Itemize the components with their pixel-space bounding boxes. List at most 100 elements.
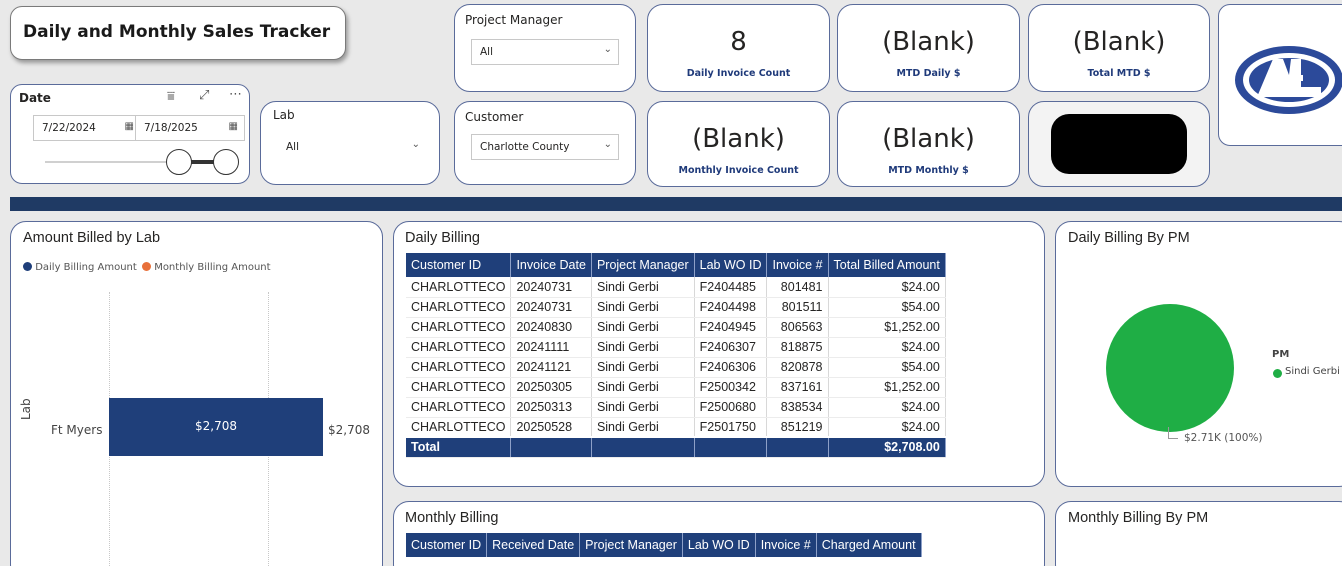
chart-title: Amount Billed by Lab — [23, 230, 161, 246]
start-handle[interactable] — [166, 149, 192, 175]
end-date-input[interactable]: 7/18/2025 ▦ — [135, 115, 245, 141]
calendar-icon[interactable]: ▦ — [125, 121, 134, 132]
column-header[interactable]: Customer ID — [406, 253, 512, 277]
chart-legend: Daily Billing Amount Monthly Billing Amo… — [23, 262, 271, 273]
table-cell: 20241111 — [510, 337, 592, 358]
date-slicer[interactable]: Date ⩸ ⤢ ⋯ 7/22/2024 ▦ 7/18/2025 ▦ — [10, 84, 250, 184]
bar-end-label: $2,708 — [328, 423, 370, 437]
column-header[interactable]: Invoice # — [766, 253, 829, 277]
table-row[interactable]: CHARLOTTECO 20250313 Sindi Gerbi F2500680 83… — [406, 397, 946, 418]
table-cell: Sindi Gerbi — [591, 337, 695, 358]
table-cell: CHARLOTTECO — [406, 277, 512, 298]
table-row[interactable]: CHARLOTTECO 20240731 Sindi Gerbi F2404498 80… — [406, 297, 946, 318]
lab-slicer[interactable]: Lab All ⌄ — [260, 101, 440, 185]
kpi-value: (Blank) — [882, 124, 975, 154]
table-cell: 20250305 — [510, 377, 592, 398]
total-label: Total — [406, 436, 512, 458]
redacted-card — [1028, 101, 1210, 187]
table-cell: F2404498 — [694, 297, 768, 318]
table-row[interactable]: CHARLOTTECO 20241121 Sindi Gerbi F2406306 82… — [406, 357, 946, 378]
kpi-label: Monthly Invoice Count — [678, 165, 799, 176]
customer-slicer[interactable]: Customer Charlotte County ⌄ — [454, 101, 636, 185]
pie-slice-sindi-gerbi[interactable] — [1106, 304, 1234, 432]
table-cell: 20240731 — [510, 277, 592, 298]
pie-legend-title: PM — [1272, 349, 1290, 360]
bar-ft-myers[interactable]: $2,708 — [109, 398, 323, 456]
table-row[interactable]: CHARLOTTECO 20250528 Sindi Gerbi F2501750 85… — [406, 417, 946, 438]
start-date-value: 7/22/2024 — [42, 122, 96, 134]
column-header[interactable]: Customer ID — [406, 533, 488, 557]
legend-monthly-label: Monthly Billing Amount — [154, 262, 271, 273]
table-cell: 851219 — [766, 417, 829, 438]
pm-dropdown-value: All — [480, 46, 494, 58]
table-cell: F2404485 — [694, 277, 768, 298]
more-options-icon[interactable]: ⋯ — [229, 87, 242, 102]
table-cell: 20250313 — [510, 397, 592, 418]
divider-banner — [10, 197, 1342, 211]
column-header[interactable]: Invoice Date — [510, 253, 592, 277]
table-cell: 20250528 — [510, 417, 592, 438]
pm-slicer[interactable]: Project Manager All ⌄ — [454, 4, 636, 92]
legend-daily-label: Daily Billing Amount — [35, 262, 137, 273]
table-cell: CHARLOTTECO — [406, 417, 512, 438]
table-row[interactable]: CHARLOTTECO 20240731 Sindi Gerbi F2404485 80… — [406, 277, 946, 298]
calendar-icon[interactable]: ▦ — [229, 121, 238, 132]
monthly-billing-table: Customer ID Received Date Project Manager L… — [406, 533, 922, 557]
table-cell: $24.00 — [828, 277, 946, 298]
column-header[interactable]: Received Date — [486, 533, 581, 557]
logo-card — [1218, 4, 1342, 146]
daily-billing-table-wrap: Customer ID Invoice Date Project Manager La… — [406, 253, 946, 458]
daily-billing-title: Daily Billing — [405, 230, 480, 246]
total-value: $2,708.00 — [828, 436, 946, 458]
kpi-label: Daily Invoice Count — [686, 68, 791, 79]
customer-dropdown[interactable]: Charlotte County ⌄ — [471, 134, 619, 160]
table-row[interactable]: CHARLOTTECO 20250305 Sindi Gerbi F2500342 83… — [406, 377, 946, 398]
total-cell — [694, 436, 768, 458]
table-cell: Sindi Gerbi — [591, 317, 695, 338]
chevron-down-icon[interactable]: ⌄ — [412, 139, 420, 150]
column-header[interactable]: Lab WO ID — [682, 533, 756, 557]
daily-billing-pm-card: Daily Billing By PM $2.71K (100%) PM Sin… — [1055, 221, 1342, 487]
chevron-down-icon[interactable]: ⌄ — [604, 44, 612, 55]
focus-mode-icon[interactable]: ⤢ — [199, 88, 209, 103]
table-cell: 801511 — [766, 297, 829, 318]
column-header[interactable]: Total Billed Amount — [828, 253, 946, 277]
end-handle[interactable] — [213, 149, 239, 175]
end-date-value: 7/18/2025 — [144, 122, 198, 134]
column-header[interactable]: Lab WO ID — [694, 253, 768, 277]
column-header[interactable]: Charged Amount — [816, 533, 922, 557]
kpi-daily-invoice-count: 8 Daily Invoice Count — [647, 4, 830, 92]
chevron-down-icon[interactable]: ⌄ — [604, 139, 612, 150]
table-cell: 20240731 — [510, 297, 592, 318]
table-row[interactable]: CHARLOTTECO 20240830 Sindi Gerbi F2404945 80… — [406, 317, 946, 338]
start-date-input[interactable]: 7/22/2024 ▦ — [33, 115, 141, 141]
amount-billed-chart: Amount Billed by Lab Daily Billing Amoun… — [10, 221, 383, 566]
filter-icon[interactable]: ⩸ — [167, 89, 175, 104]
table-cell: $54.00 — [828, 297, 946, 318]
date-slicer-label: Date — [19, 91, 51, 105]
title-card: Daily and Monthly Sales Tracker — [10, 6, 346, 60]
bar-data-label: $2,708 — [195, 419, 237, 433]
total-cell — [766, 436, 829, 458]
lab-dropdown[interactable]: All ⌄ — [277, 134, 427, 160]
kpi-label: Total MTD $ — [1087, 68, 1151, 79]
table-cell: Sindi Gerbi — [591, 297, 695, 318]
category-label: Ft Myers — [51, 423, 103, 437]
lab-dropdown-value: All — [286, 141, 300, 153]
table-cell: CHARLOTTECO — [406, 377, 512, 398]
pie-legend-dot — [1273, 369, 1282, 378]
pm-dropdown[interactable]: All ⌄ — [471, 39, 619, 65]
table-cell: F2404945 — [694, 317, 768, 338]
table-cell: $24.00 — [828, 417, 946, 438]
kpi-mtd-monthly: (Blank) MTD Monthly $ — [837, 101, 1020, 187]
kpi-mtd-daily: (Blank) MTD Daily $ — [837, 4, 1020, 92]
table-cell: F2501750 — [694, 417, 768, 438]
column-header[interactable]: Project Manager — [591, 253, 695, 277]
monthly-billing-table-wrap: Customer ID Received Date Project Manager L… — [406, 533, 922, 557]
kpi-monthly-invoice-count: (Blank) Monthly Invoice Count — [647, 101, 830, 187]
table-cell: 820878 — [766, 357, 829, 378]
table-cell: 818875 — [766, 337, 829, 358]
column-header[interactable]: Invoice # — [755, 533, 817, 557]
column-header[interactable]: Project Manager — [579, 533, 683, 557]
table-row[interactable]: CHARLOTTECO 20241111 Sindi Gerbi F2406307 81… — [406, 337, 946, 358]
